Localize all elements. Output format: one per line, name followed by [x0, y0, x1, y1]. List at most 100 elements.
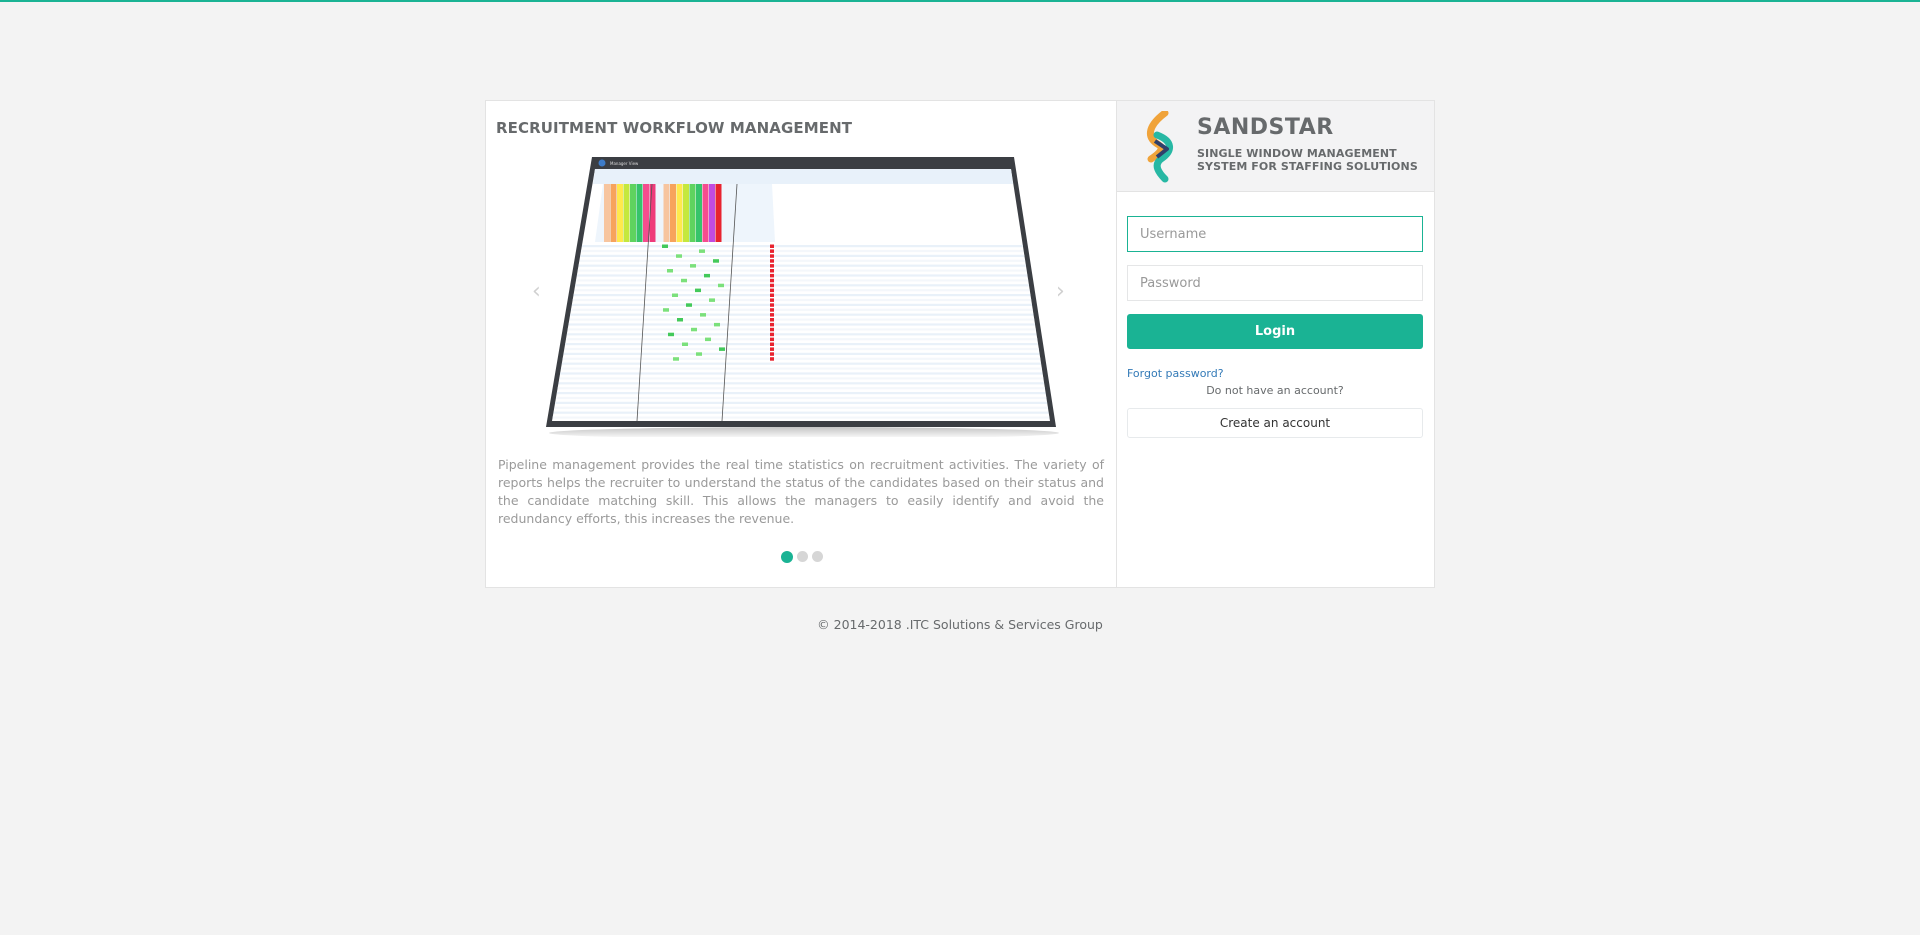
screenshot-column-bar: [702, 184, 709, 242]
screenshot-status-chip: [705, 337, 711, 342]
screenshot-flag-chip: [770, 278, 774, 283]
screenshot-row: [566, 338, 1038, 341]
slide-description: Pipeline management provides the real ti…: [498, 457, 1104, 526]
screenshot-flag-chip: [770, 347, 774, 351]
screenshot-row: [563, 352, 1040, 355]
carousel-next-icon[interactable]: ›: [1056, 281, 1065, 303]
screenshot-status-chip: [663, 308, 669, 312]
screenshot-column-bar: [623, 184, 630, 242]
screenshot-flag-chip: [770, 318, 774, 322]
screenshot-status-chip: [704, 273, 710, 278]
screenshot-flag-chip: [770, 352, 774, 356]
screenshot-status-chip: [672, 293, 678, 297]
brand-tagline-line1: SINGLE WINDOW MANAGEMENT: [1197, 147, 1397, 160]
screenshot-row: [577, 269, 1027, 272]
screenshot-status-chip: [709, 298, 715, 302]
screenshot-flag-chip: [770, 332, 774, 337]
screenshot-flag-chip: [770, 357, 774, 361]
screenshot-column-bar: [643, 184, 649, 242]
screenshot-row: [577, 274, 1028, 277]
screenshot-flag-chip: [770, 288, 774, 293]
screenshot-status-chip: [681, 278, 687, 283]
screenshot-row: [567, 328, 1036, 331]
screenshot-flag-chip: [770, 293, 774, 297]
screenshot-flag-chip: [770, 259, 774, 263]
brand-name: SANDSTAR: [1197, 115, 1334, 140]
carousel-indicators: [486, 550, 1118, 563]
screenshot-row: [560, 372, 1043, 375]
screenshot-column-bar: [604, 184, 610, 242]
password-input[interactable]: [1127, 265, 1423, 301]
screenshot-row: [561, 362, 1041, 365]
screenshot-flag-chip: [770, 283, 774, 288]
screenshot-row: [574, 289, 1030, 292]
screenshot-status-chip: [699, 249, 705, 253]
screenshot-column-bar: [715, 184, 722, 242]
top-accent-bar: [0, 0, 1920, 2]
screenshot-row: [571, 308, 1033, 311]
footer-copyright: © 2014-2018 .ITC Solutions & Services Gr…: [817, 617, 1103, 632]
login-button[interactable]: Login: [1127, 314, 1423, 349]
login-container: RECRUITMENT WORKFLOW MANAGEMENT Manager …: [485, 100, 1435, 590]
screenshot-column-bar: [683, 184, 689, 242]
screenshot-status-chip: [718, 283, 724, 288]
screenshot-status-chip: [714, 322, 720, 327]
screenshot-status-chip: [677, 318, 683, 322]
screenshot-flag-chip: [770, 273, 774, 278]
screenshot-status-chip: [686, 303, 692, 307]
screenshot-row: [565, 343, 1038, 346]
screenshot-status-chip: [682, 342, 688, 346]
carousel-dot-2[interactable]: [797, 551, 808, 562]
screenshot-flag-chip: [770, 244, 774, 248]
screenshot-row: [564, 347, 1039, 351]
feature-carousel: RECRUITMENT WORKFLOW MANAGEMENT Manager …: [485, 100, 1117, 588]
carousel-dot-1[interactable]: [781, 550, 793, 563]
slide-title: RECRUITMENT WORKFLOW MANAGEMENT: [496, 119, 853, 137]
screenshot-row: [561, 367, 1042, 370]
screenshot-status-chip: [662, 244, 668, 248]
screenshot-status-chip: [676, 254, 682, 258]
carousel-dot-3[interactable]: [812, 551, 823, 562]
screenshot-row: [559, 377, 1044, 380]
screenshot-column-bar: [636, 184, 643, 242]
screenshot-column-bar: [663, 184, 670, 242]
screenshot-status-chip: [668, 332, 674, 337]
brand-header: SANDSTAR SINGLE WINDOW MANAGEMENT SYSTEM…: [1117, 101, 1434, 192]
username-input[interactable]: [1127, 216, 1423, 252]
screenshot-status-chip: [713, 259, 719, 263]
screenshot-row: [569, 318, 1035, 321]
screenshot-row: [572, 298, 1032, 302]
screenshot-status-chip: [719, 347, 725, 351]
brand-tagline-line2: SYSTEM FOR STAFFING SOLUTIONS: [1197, 160, 1418, 173]
carousel-prev-icon[interactable]: ‹: [532, 281, 541, 303]
screenshot-flag-chip: [770, 308, 774, 312]
screenshot-flag-chip: [770, 327, 774, 332]
screenshot-status-chip: [673, 357, 679, 361]
screenshot-row: [566, 333, 1037, 336]
screenshot-row: [552, 416, 1050, 419]
screenshot-flag-chip: [770, 264, 774, 268]
screenshot-column-bar: [617, 184, 623, 242]
screenshot-flag-chip: [770, 249, 774, 253]
screenshot-status-chip: [691, 327, 697, 332]
screenshot-row: [557, 387, 1045, 390]
screenshot-column-bar: [689, 184, 696, 242]
screenshot-row: [553, 411, 1049, 414]
screenshot-row: [555, 401, 1048, 404]
screenshot-status-chip: [690, 264, 696, 268]
screenshot-row: [558, 382, 1044, 385]
screenshot-flag-chip: [770, 313, 774, 317]
screenshot-status-chip: [695, 288, 701, 293]
forgot-password-link[interactable]: Forgot password?: [1127, 367, 1423, 380]
screenshot-row: [562, 357, 1041, 360]
screenshot-status-chip: [696, 352, 702, 356]
screenshot-row: [571, 303, 1032, 306]
screenshot-row: [570, 313, 1034, 316]
screenshot-column-bar: [670, 184, 676, 242]
create-account-button[interactable]: Create an account: [1127, 408, 1423, 438]
brand-tagline: SINGLE WINDOW MANAGEMENT SYSTEM FOR STAF…: [1197, 147, 1427, 173]
screenshot-window-title: Manager View: [610, 161, 639, 166]
screenshot-column-bar: [676, 184, 683, 242]
screenshot-status-chip: [700, 313, 706, 317]
screenshot-column-bar: [630, 184, 636, 242]
